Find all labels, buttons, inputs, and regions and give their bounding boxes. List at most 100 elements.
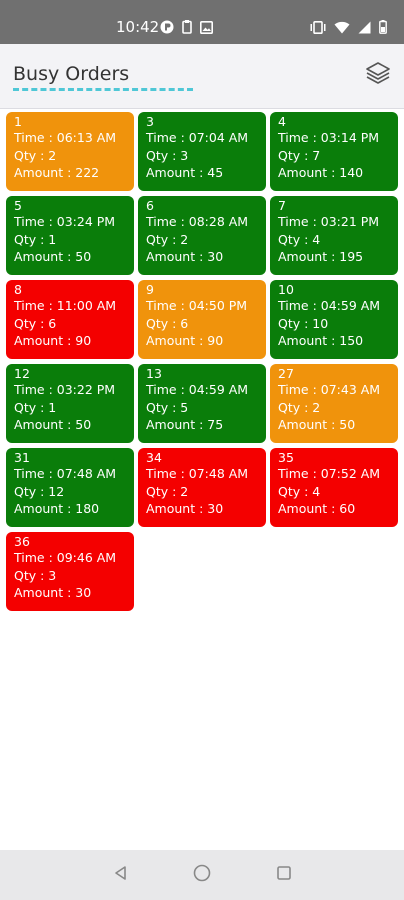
order-time: Time : 11:00 AM — [14, 298, 117, 313]
order-card[interactable]: 10 Time : 04:59 AM Qty : 10 Amount : 150 — [270, 280, 398, 359]
order-card[interactable]: 36 Time : 09:46 AM Qty : 3 Amount : 30 — [6, 532, 134, 611]
order-card[interactable]: 13 Time : 04:59 AM Qty : 5 Amount : 75 — [138, 364, 266, 443]
order-time: Time : 06:13 AM — [14, 130, 117, 145]
home-circle-icon — [193, 864, 211, 886]
title-underline — [13, 88, 193, 91]
order-card[interactable]: 4 Time : 03:14 PM Qty : 7 Amount : 140 — [270, 112, 398, 191]
order-number: 9 — [146, 282, 154, 297]
navigation-bar — [0, 850, 404, 900]
orders-grid: 1 Time : 06:13 AM Qty : 2 Amount : 222 3 Time… — [6, 112, 398, 611]
recents-button[interactable] — [272, 863, 296, 887]
order-number: 10 — [278, 282, 294, 297]
order-time: Time : 07:04 AM — [146, 130, 249, 145]
order-card[interactable]: 12 Time : 03:22 PM Qty : 1 Amount : 50 — [6, 364, 134, 443]
order-qty: Qty : 2 — [146, 483, 189, 499]
status-time: 10:42 — [116, 18, 160, 36]
order-qty: Qty : 1 — [14, 399, 57, 415]
order-qty: Qty : 3 — [146, 147, 189, 163]
order-qty: Qty : 7 — [278, 147, 321, 163]
order-amount: Amount : 90 — [14, 333, 92, 348]
clipboard-icon — [182, 19, 192, 38]
order-amount: Amount : 50 — [278, 417, 356, 432]
order-time: Time : 04:50 PM — [146, 298, 248, 313]
order-number: 36 — [14, 534, 30, 549]
order-number: 13 — [146, 366, 162, 381]
order-card[interactable]: 27 Time : 07:43 AM Qty : 2 Amount : 50 — [270, 364, 398, 443]
order-qty: Qty : 4 — [278, 483, 321, 499]
back-triangle-icon — [113, 865, 129, 885]
order-amount: Amount : 180 — [14, 501, 100, 516]
order-time: Time : 03:24 PM — [14, 214, 116, 229]
order-qty: Qty : 10 — [278, 315, 329, 331]
order-amount: Amount : 75 — [146, 417, 224, 432]
vibrate-icon — [310, 19, 326, 38]
order-number: 35 — [278, 450, 294, 465]
order-card[interactable]: 8 Time : 11:00 AM Qty : 6 Amount : 90 — [6, 280, 134, 359]
order-time: Time : 03:14 PM — [278, 130, 380, 145]
layers-button[interactable] — [363, 60, 393, 90]
order-number: 4 — [278, 114, 286, 129]
order-amount: Amount : 50 — [14, 249, 92, 264]
order-qty: Qty : 3 — [14, 567, 57, 583]
order-qty: Qty : 2 — [14, 147, 57, 163]
signal-icon — [358, 19, 371, 38]
order-number: 34 — [146, 450, 162, 465]
order-amount: Amount : 30 — [14, 585, 92, 600]
order-card[interactable]: 34 Time : 07:48 AM Qty : 2 Amount : 30 — [138, 448, 266, 527]
home-button[interactable] — [190, 863, 214, 887]
order-time: Time : 04:59 AM — [278, 298, 381, 313]
app-bar: Busy Orders — [0, 44, 404, 109]
order-amount: Amount : 60 — [278, 501, 356, 516]
order-number: 12 — [14, 366, 30, 381]
order-time: Time : 07:48 AM — [14, 466, 117, 481]
order-qty: Qty : 6 — [146, 315, 189, 331]
order-time: Time : 07:48 AM — [146, 466, 249, 481]
order-amount: Amount : 30 — [146, 501, 224, 516]
order-card[interactable]: 35 Time : 07:52 AM Qty : 4 Amount : 60 — [270, 448, 398, 527]
order-card[interactable]: 31 Time : 07:48 AM Qty : 12 Amount : 180 — [6, 448, 134, 527]
order-amount: Amount : 222 — [14, 165, 100, 180]
order-number: 3 — [146, 114, 154, 129]
order-amount: Amount : 30 — [146, 249, 224, 264]
order-amount: Amount : 150 — [278, 333, 364, 348]
status-bar: 10:42 — [0, 0, 404, 44]
order-qty: Qty : 6 — [14, 315, 57, 331]
order-amount: Amount : 50 — [14, 417, 92, 432]
order-amount: Amount : 45 — [146, 165, 224, 180]
recents-square-icon — [276, 865, 292, 885]
page-title: Busy Orders — [13, 63, 130, 85]
order-number: 7 — [278, 198, 286, 213]
system-icons — [310, 19, 387, 38]
order-number: 27 — [278, 366, 294, 381]
order-card[interactable]: 5 Time : 03:24 PM Qty : 1 Amount : 50 — [6, 196, 134, 275]
wifi-icon — [334, 19, 350, 38]
image-icon — [200, 19, 213, 38]
order-time: Time : 09:46 AM — [14, 550, 117, 565]
order-number: 1 — [14, 114, 22, 129]
order-time: Time : 08:28 AM — [146, 214, 249, 229]
order-amount: Amount : 90 — [146, 333, 224, 348]
notification-icons — [160, 19, 213, 38]
order-card[interactable]: 6 Time : 08:28 AM Qty : 2 Amount : 30 — [138, 196, 266, 275]
order-amount: Amount : 140 — [278, 165, 364, 180]
order-card[interactable]: 7 Time : 03:21 PM Qty : 4 Amount : 195 — [270, 196, 398, 275]
order-number: 31 — [14, 450, 30, 465]
order-time: Time : 04:59 AM — [146, 382, 249, 397]
layers-icon — [365, 60, 391, 90]
notification-app-icon — [160, 19, 174, 38]
order-qty: Qty : 5 — [146, 399, 189, 415]
order-qty: Qty : 2 — [146, 231, 189, 247]
order-time: Time : 07:43 AM — [278, 382, 381, 397]
order-number: 6 — [146, 198, 154, 213]
order-qty: Qty : 1 — [14, 231, 57, 247]
order-card[interactable]: 9 Time : 04:50 PM Qty : 6 Amount : 90 — [138, 280, 266, 359]
order-number: 8 — [14, 282, 22, 297]
order-card[interactable]: 1 Time : 06:13 AM Qty : 2 Amount : 222 — [6, 112, 134, 191]
order-number: 5 — [14, 198, 22, 213]
order-qty: Qty : 12 — [14, 483, 65, 499]
order-card[interactable]: 3 Time : 07:04 AM Qty : 3 Amount : 45 — [138, 112, 266, 191]
battery-icon — [379, 19, 387, 38]
order-time: Time : 03:22 PM — [14, 382, 116, 397]
back-button[interactable] — [109, 863, 133, 887]
order-qty: Qty : 4 — [278, 231, 321, 247]
